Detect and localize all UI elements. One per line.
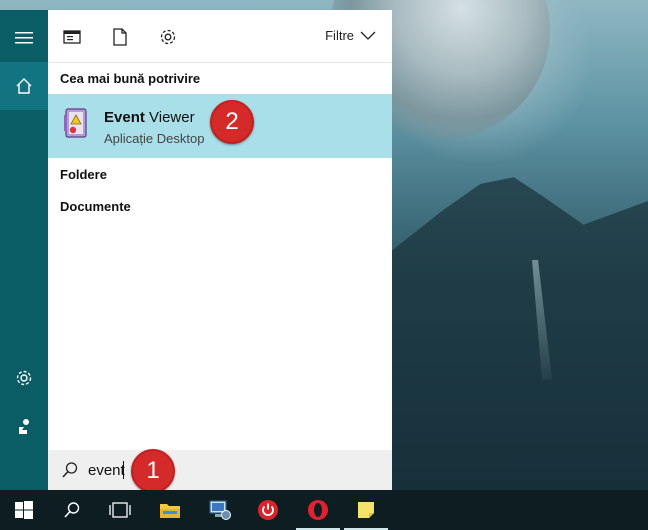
file-explorer-icon <box>160 504 180 518</box>
documents-filter-button[interactable] <box>110 27 130 47</box>
power-app-icon <box>258 500 278 520</box>
results-topbar: Filtre <box>48 10 392 63</box>
start-menu-rail <box>0 10 48 490</box>
search-icon <box>64 502 80 518</box>
settings-icon <box>16 370 32 386</box>
taskbar-search-button[interactable] <box>48 490 96 530</box>
feedback-button[interactable] <box>0 402 48 450</box>
search-bar[interactable] <box>48 450 392 490</box>
result-name-rest: Viewer <box>144 109 195 126</box>
menu-button[interactable] <box>0 14 48 62</box>
search-icon <box>62 462 78 478</box>
sticky-notes-icon <box>358 502 374 518</box>
opera-icon <box>308 500 328 520</box>
file-explorer-button[interactable] <box>146 490 194 530</box>
network-app-icon <box>209 500 231 520</box>
best-match-header: Cea mai bună potrivire <box>60 71 201 86</box>
search-results-panel: Filtre Cea mai bună potrivire Event View… <box>48 10 392 450</box>
start-button[interactable] <box>0 490 48 530</box>
opera-button[interactable] <box>294 490 342 530</box>
network-app-button[interactable] <box>196 490 244 530</box>
hamburger-menu-icon <box>15 32 33 44</box>
apps-filter-button[interactable] <box>62 27 82 47</box>
power-app-button[interactable] <box>244 490 292 530</box>
app-window-icon <box>63 30 81 44</box>
settings-button[interactable] <box>0 354 48 402</box>
result-subtitle: Aplicație Desktop <box>104 131 205 146</box>
home-icon <box>16 78 32 94</box>
result-name-match: Event <box>104 109 145 126</box>
callout-badge-1: 1 <box>131 449 175 493</box>
settings-filter-button[interactable] <box>158 27 178 47</box>
event-viewer-app-icon <box>64 108 87 138</box>
gear-icon <box>160 29 176 45</box>
callout-badge-2: 2 <box>210 100 254 144</box>
wallpaper-mountain <box>390 177 648 490</box>
folders-section-header[interactable]: Foldere <box>60 167 107 182</box>
documents-section-header[interactable]: Documente <box>60 199 131 214</box>
task-view-button[interactable] <box>96 490 144 530</box>
windows-start-icon <box>15 501 33 519</box>
sticky-notes-button[interactable] <box>342 490 390 530</box>
home-button[interactable] <box>0 62 48 110</box>
document-icon <box>113 28 127 46</box>
chevron-down-icon <box>360 31 376 40</box>
task-view-icon <box>109 502 131 518</box>
filter-label: Filtre <box>325 28 354 43</box>
text-caret <box>123 461 124 479</box>
result-name: Event Viewer <box>104 109 195 126</box>
filter-dropdown[interactable]: Filtre <box>325 28 376 43</box>
taskbar <box>0 490 648 530</box>
feedback-icon <box>19 419 29 434</box>
